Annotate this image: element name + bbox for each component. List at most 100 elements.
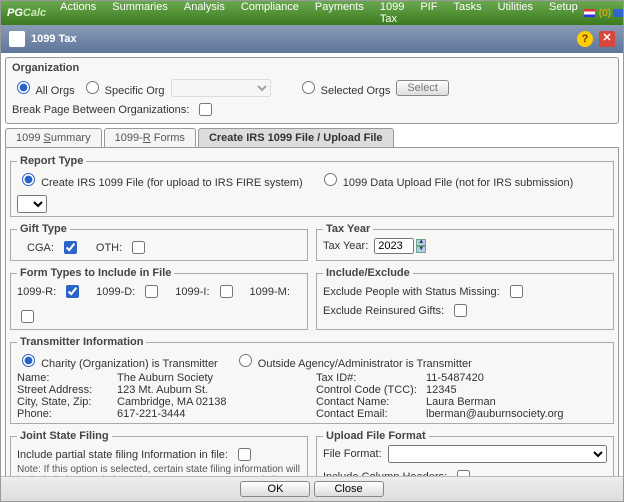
nav-summaries[interactable]: Summaries	[106, 0, 174, 28]
exclude-reinsured-checkbox[interactable]	[454, 304, 467, 317]
nav-setup[interactable]: Setup	[543, 0, 584, 28]
tax-year-input[interactable]	[374, 238, 414, 254]
close-button[interactable]: Close	[314, 481, 384, 497]
form-1099d-checkbox[interactable]	[145, 285, 158, 298]
report-type-legend: Report Type	[17, 155, 86, 167]
transmitter-outside-option[interactable]: Outside Agency/Administrator is Transmit…	[234, 351, 472, 370]
org-specific-select[interactable]	[171, 79, 271, 97]
close-icon[interactable]: ✕	[599, 31, 615, 47]
file-format-select[interactable]	[388, 445, 607, 463]
exclude-missing-checkbox[interactable]	[510, 285, 523, 298]
org-specific-label: Specific Org	[105, 85, 165, 97]
tx-csz-v: Cambridge, MA 02138	[117, 396, 226, 408]
brand-logo: PGCalc	[7, 7, 46, 19]
gift-oth-label: OTH:	[96, 242, 122, 254]
dialog-title: 1099 Tax	[31, 33, 77, 45]
transmitter-charity-label: Charity (Organization) is Transmitter	[41, 358, 218, 370]
nav-pif[interactable]: PIF	[414, 0, 443, 28]
exclude-missing-label: Exclude People with Status Missing:	[323, 286, 500, 298]
form-1099m-checkbox[interactable]	[21, 310, 34, 323]
tx-tcc-k: Control Code (TCC):	[316, 384, 426, 396]
tx-street-v: 123 Mt. Auburn St.	[117, 384, 208, 396]
form-1099r-label: 1099-R:	[17, 286, 56, 298]
brand-calc: Calc	[23, 7, 46, 19]
transmitter-outside-label: Outside Agency/Administrator is Transmit…	[258, 358, 472, 370]
form-1099m-label: 1099-M:	[250, 286, 290, 298]
gift-oth-checkbox[interactable]	[132, 241, 145, 254]
spin-down-icon[interactable]: ▼	[416, 246, 426, 253]
break-page-checkbox[interactable]	[199, 103, 212, 116]
report-type-extra-select[interactable]	[17, 195, 47, 213]
tab-1099-summary[interactable]: 1099 Summary	[5, 128, 102, 147]
tax-year-spinner[interactable]: ▲▼	[416, 239, 426, 253]
org-select-button[interactable]: Select	[396, 80, 449, 96]
gift-cga-label: CGA:	[27, 242, 54, 254]
dialog-footer: OK Close	[1, 476, 623, 501]
transmitter-outside-radio[interactable]	[239, 354, 252, 367]
tx-cname-v: Laura Berman	[426, 396, 496, 408]
help-icon[interactable]: ?	[577, 31, 593, 47]
report-type-b-label: 1099 Data Upload File (not for IRS submi…	[343, 177, 574, 189]
dialog-titlebar: 1099 Tax ? ✕	[1, 25, 623, 53]
file-format-label: File Format:	[323, 448, 382, 460]
doc-icon[interactable]	[613, 9, 624, 17]
report-type-a[interactable]: Create IRS 1099 File (for upload to IRS …	[17, 170, 303, 189]
tx-taxid-k: Tax ID#:	[316, 372, 426, 384]
tab-1099r-forms[interactable]: 1099-R Forms	[104, 128, 196, 147]
nav-payments[interactable]: Payments	[309, 0, 370, 28]
org-specific-option[interactable]: Specific Org	[81, 78, 165, 97]
tx-cemail-v: lberman@auburnsociety.org	[426, 408, 564, 420]
flag-icon[interactable]	[584, 9, 595, 17]
gift-type-section: Gift Type CGA: OTH:	[10, 223, 308, 261]
nav-1099-tax[interactable]: 1099 Tax	[374, 0, 410, 28]
nav-compliance[interactable]: Compliance	[235, 0, 305, 28]
tx-cname-k: Contact Name:	[316, 396, 426, 408]
tx-tcc-v: 12345	[426, 384, 457, 396]
tx-taxid-v: 11-5487420	[426, 372, 484, 384]
exclude-reinsured-label: Exclude Reinsured Gifts:	[323, 305, 444, 317]
nav-analysis[interactable]: Analysis	[178, 0, 231, 28]
gift-type-legend: Gift Type	[17, 223, 70, 235]
break-page-label: Break Page Between Organizations:	[12, 104, 189, 116]
report-type-section: Report Type Create IRS 1099 File (for up…	[10, 155, 614, 217]
form-1099r-checkbox[interactable]	[66, 285, 79, 298]
report-type-b-radio[interactable]	[324, 173, 337, 186]
jsf-checkbox[interactable]	[238, 448, 251, 461]
tax-year-section: Tax Year Tax Year: ▲▼	[316, 223, 614, 261]
tx-cemail-k: Contact Email:	[316, 408, 426, 420]
jsf-label: Include partial state filing Information…	[17, 449, 228, 461]
org-all-option[interactable]: All Orgs	[12, 78, 75, 97]
report-type-a-radio[interactable]	[22, 173, 35, 186]
report-type-a-label: Create IRS 1099 File (for upload to IRS …	[41, 177, 303, 189]
form-1099i-checkbox[interactable]	[220, 285, 233, 298]
org-all-radio[interactable]	[17, 81, 30, 94]
ok-button[interactable]: OK	[240, 481, 310, 497]
form-1099d-label: 1099-D:	[96, 286, 135, 298]
nav-utilities[interactable]: Utilities	[492, 0, 539, 28]
tx-phone-v: 617-221-3444	[117, 408, 186, 420]
tab-create-irs-file[interactable]: Create IRS 1099 File / Upload File	[198, 128, 394, 147]
report-type-b[interactable]: 1099 Data Upload File (not for IRS submi…	[319, 170, 574, 189]
tx-csz-k: City, State, Zip:	[17, 396, 117, 408]
app-window: PGCalc Actions Summaries Analysis Compli…	[0, 0, 624, 502]
gift-cga-checkbox[interactable]	[64, 241, 77, 254]
tabs: 1099 Summary 1099-R Forms Create IRS 109…	[5, 128, 619, 148]
org-selected-radio[interactable]	[302, 81, 315, 94]
nav-tasks[interactable]: Tasks	[447, 0, 487, 28]
transmitter-charity-option[interactable]: Charity (Organization) is Transmitter	[17, 351, 218, 370]
nav-actions[interactable]: Actions	[54, 0, 102, 28]
transmitter-charity-radio[interactable]	[22, 354, 35, 367]
tx-phone-k: Phone:	[17, 408, 117, 420]
form-icon	[9, 31, 25, 47]
transmitter-section: Transmitter Information Charity (Organiz…	[10, 336, 614, 424]
org-specific-radio[interactable]	[86, 81, 99, 94]
tx-name-k: Name:	[17, 372, 117, 384]
nav-count-a: (0)	[599, 8, 611, 19]
tax-year-legend: Tax Year	[323, 223, 373, 235]
org-selected-option[interactable]: Selected Orgs	[297, 78, 391, 97]
tax-year-label: Tax Year:	[323, 240, 368, 252]
tx-name-v: The Auburn Society	[117, 372, 213, 384]
form-1099i-label: 1099-I:	[175, 286, 209, 298]
form-types-section: Form Types to Include in File 1099-R: 10…	[10, 267, 308, 330]
spin-up-icon[interactable]: ▲	[416, 239, 426, 246]
